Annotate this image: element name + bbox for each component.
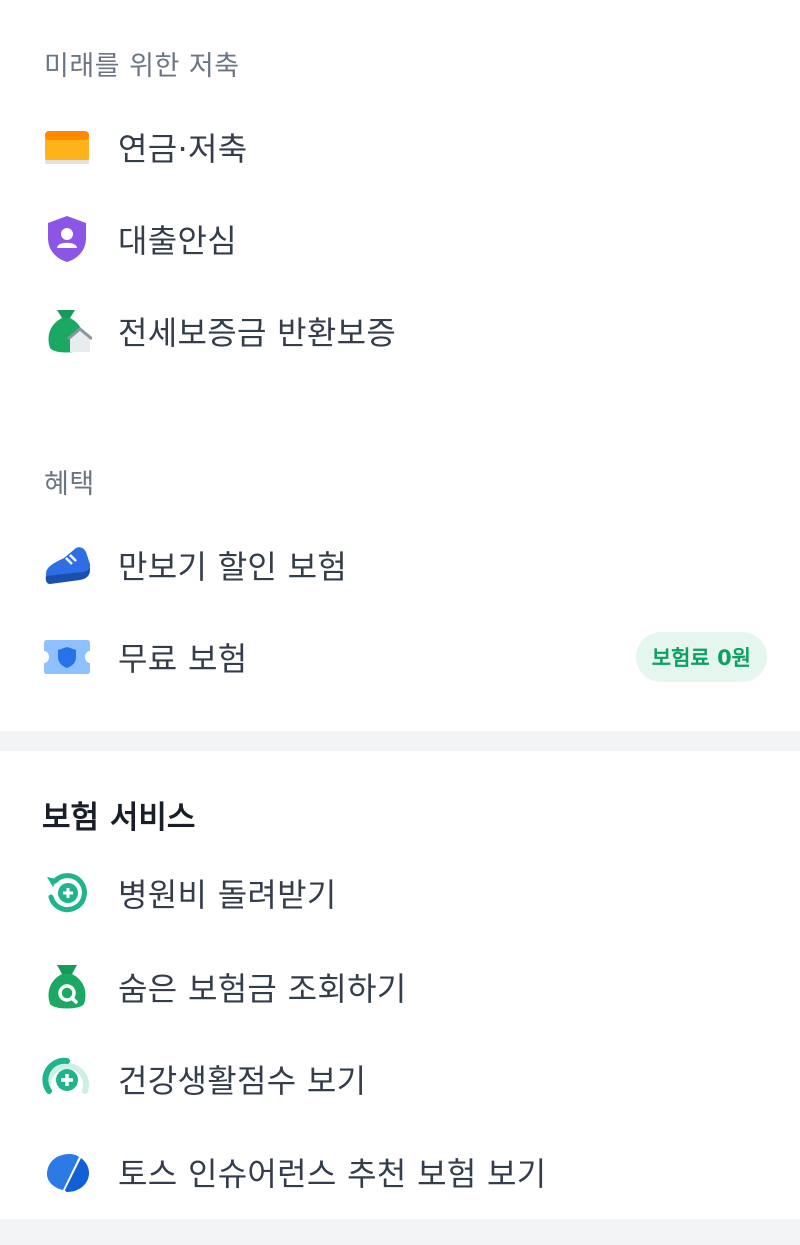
section-divider <box>0 731 800 751</box>
toss-insurance-logo-icon <box>42 1147 92 1197</box>
menu-item-health-life-score[interactable]: 건강생활점수 보기 <box>0 1034 800 1124</box>
menu-item-label: 병원비 돌려받기 <box>118 876 337 914</box>
menu-item-free-insurance[interactable]: 무료 보험 보험료 0원 <box>0 612 800 702</box>
menu-item-label: 숨은 보험금 조회하기 <box>118 970 407 1008</box>
premium-zero-badge: 보험료 0원 <box>635 632 767 682</box>
menu-item-toss-insurance-recommendation[interactable]: 토스 인슈어런스 추천 보험 보기 <box>0 1127 800 1217</box>
menu-item-label: 연금·저축 <box>118 130 248 168</box>
menu-item-pension-savings[interactable]: 연금·저축 <box>0 102 800 192</box>
gauge-plus-icon <box>42 1054 92 1104</box>
menu-item-jeonse-deposit-guarantee[interactable]: 전세보증금 반환보증 <box>0 286 800 376</box>
menu-item-label: 대출안심 <box>118 222 237 260</box>
menu-item-loan-safety[interactable]: 대출안심 <box>0 194 800 284</box>
section-label-benefits: 혜택 <box>44 469 95 500</box>
refresh-plus-icon <box>42 868 92 918</box>
section-title-insurance-services: 보험 서비스 <box>42 800 196 836</box>
menu-item-label: 토스 인슈어런스 추천 보험 보기 <box>118 1155 547 1193</box>
card-icon <box>42 122 92 172</box>
sneaker-icon <box>42 540 92 590</box>
menu-item-hospital-bill-refund[interactable]: 병원비 돌려받기 <box>0 848 800 938</box>
menu-item-label: 만보기 할인 보험 <box>118 548 348 586</box>
section-label-savings: 미래를 위한 저축 <box>44 51 240 82</box>
money-bag-search-icon <box>42 962 92 1012</box>
menu-item-label: 건강생활점수 보기 <box>118 1062 367 1100</box>
shield-person-icon <box>42 214 92 264</box>
menu-item-label: 무료 보험 <box>118 640 248 678</box>
ticket-shield-icon <box>42 632 92 682</box>
bottom-divider <box>0 1219 800 1245</box>
menu-item-label: 전세보증금 반환보증 <box>118 314 397 352</box>
menu-item-pedometer-discount-insurance[interactable]: 만보기 할인 보험 <box>0 520 800 610</box>
money-bag-house-icon <box>42 306 92 356</box>
menu-item-hidden-claim-lookup[interactable]: 숨은 보험금 조회하기 <box>0 942 800 1032</box>
